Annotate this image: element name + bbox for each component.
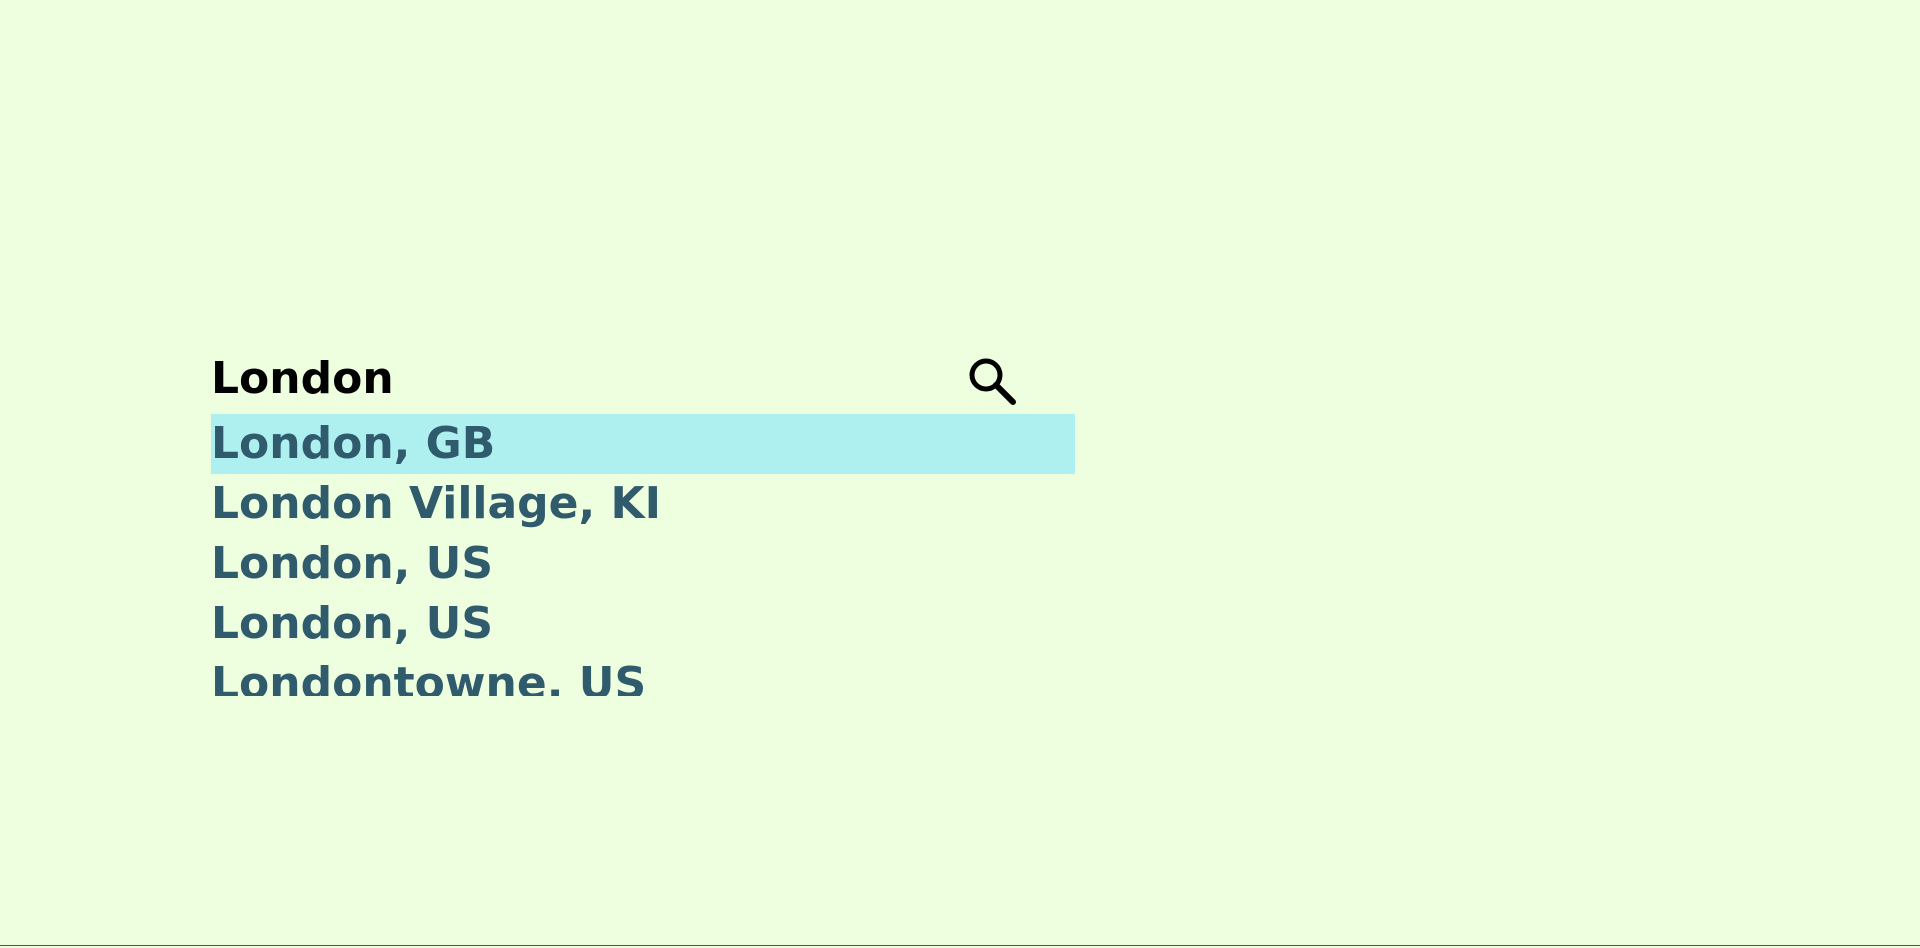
suggestion-item-london-gb[interactable]: London, GB [211, 414, 1075, 474]
search-input[interactable] [211, 348, 911, 408]
suggestion-item-london-us[interactable]: London, US [211, 534, 1075, 594]
search-icon[interactable] [967, 356, 1017, 406]
bottom-divider [0, 945, 1920, 946]
search-bar [211, 348, 1075, 408]
suggestion-item-londontowne-us[interactable]: Londontowne, US [211, 654, 1075, 696]
suggestion-item-london-us-2[interactable]: London, US [211, 594, 1075, 654]
suggestion-list: London, GB London Village, KI London, US… [211, 414, 1075, 696]
suggestion-item-london-village-ki[interactable]: London Village, KI [211, 474, 1075, 534]
